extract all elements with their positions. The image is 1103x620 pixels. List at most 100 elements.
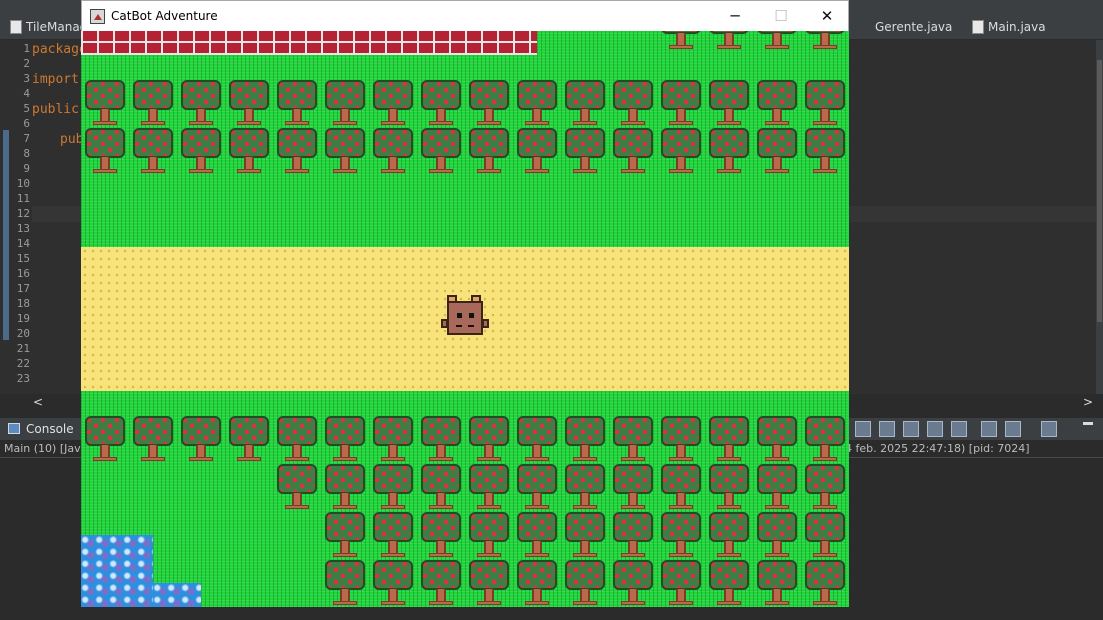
tree-canopy <box>469 464 509 494</box>
tree-canopy <box>757 512 797 542</box>
tree-root <box>765 505 789 509</box>
brick-wall <box>81 31 537 55</box>
tree-canopy <box>469 80 509 110</box>
tree-tile <box>321 559 369 607</box>
tree-root <box>285 169 309 173</box>
scroll-left-arrow-icon[interactable]: < <box>30 394 46 410</box>
tree-canopy <box>517 512 557 542</box>
close-button[interactable]: ✕ <box>804 1 850 31</box>
tree-root <box>333 505 357 509</box>
minimize-panel-icon[interactable] <box>1083 422 1093 425</box>
show-on-error-icon[interactable] <box>927 421 943 437</box>
tree-root <box>717 505 741 509</box>
show-on-output-icon[interactable] <box>903 421 919 437</box>
tree-root <box>429 457 453 461</box>
tree-tile <box>465 79 513 127</box>
tree-tile <box>513 415 561 463</box>
tree-canopy <box>469 560 509 590</box>
player-cat-sprite <box>441 295 489 343</box>
scroll-thumb[interactable] <box>1097 60 1102 322</box>
tree-root <box>93 457 117 461</box>
scroll-right-arrow-icon[interactable]: > <box>1080 394 1096 410</box>
tree-canopy <box>661 416 701 446</box>
tree-tile <box>657 511 705 559</box>
tree-tile <box>369 511 417 559</box>
tree-canopy <box>277 416 317 446</box>
tree-root <box>669 505 693 509</box>
tab-gerente[interactable]: Gerente.java <box>855 16 952 38</box>
line-number: 2 <box>23 57 30 70</box>
cat-arm <box>482 319 489 328</box>
tree-root <box>621 601 645 605</box>
line-number: 22 <box>16 357 30 370</box>
tree-canopy <box>757 416 797 446</box>
tree-root <box>525 169 549 173</box>
tree-root <box>477 505 501 509</box>
console-toolbar <box>855 420 1095 438</box>
tree-root <box>429 601 453 605</box>
tree-canopy <box>517 128 557 158</box>
tree-root <box>621 505 645 509</box>
java-app-icon <box>90 9 105 24</box>
tree-root <box>765 169 789 173</box>
game-canvas[interactable] <box>81 31 849 607</box>
tree-root <box>381 505 405 509</box>
editor-vertical-scrollbar[interactable] <box>1096 40 1103 394</box>
tree-canopy <box>133 416 173 446</box>
line-number: 23 <box>16 372 30 385</box>
cat-eye <box>469 313 474 318</box>
tree-canopy <box>709 416 749 446</box>
tab-console[interactable]: Console <box>8 421 74 437</box>
maximize-button[interactable]: ☐ <box>758 1 804 31</box>
tree-root <box>477 457 501 461</box>
tree-canopy <box>421 464 461 494</box>
tree-canopy <box>277 80 317 110</box>
tree-canopy <box>661 80 701 110</box>
window-title: CatBot Adventure <box>111 9 218 23</box>
tree-tile <box>129 415 177 463</box>
game-window[interactable]: CatBot Adventure ─ ☐ ✕ <box>81 0 849 607</box>
tab-main[interactable]: Main.java <box>968 16 1046 38</box>
line-number: 6 <box>23 117 30 130</box>
tree-root <box>813 121 837 125</box>
tree-tile <box>609 463 657 511</box>
tree-root <box>765 601 789 605</box>
tree-tile <box>417 79 465 127</box>
tree-tile <box>225 127 273 175</box>
tree-tile <box>609 79 657 127</box>
tree-tile <box>321 79 369 127</box>
tree-canopy <box>421 128 461 158</box>
line-number: 18 <box>16 297 30 310</box>
tree-tile <box>369 559 417 607</box>
tree-canopy <box>517 416 557 446</box>
line-number: 16 <box>16 267 30 280</box>
line-number: 1 <box>23 42 30 55</box>
tree-tile <box>657 31 705 51</box>
open-console-icon[interactable] <box>1041 421 1057 437</box>
line-number-gutter: 1 2 3 4 5 6 7 8 9 10 11 12 13 14 15 16 17 18 19 20 21 22 23 <box>0 40 32 394</box>
tree-tile <box>513 559 561 607</box>
tree-tile <box>225 79 273 127</box>
tree-tile <box>177 79 225 127</box>
minimize-button[interactable]: ─ <box>712 1 758 31</box>
display-console-icon[interactable] <box>1005 421 1021 437</box>
tab-tilemanager[interactable]: TileManag <box>6 16 87 38</box>
tree-tile <box>801 511 849 559</box>
tree-tile <box>609 415 657 463</box>
window-titlebar[interactable]: CatBot Adventure ─ ☐ ✕ <box>81 0 849 31</box>
tree-canopy <box>421 80 461 110</box>
tree-tile <box>657 415 705 463</box>
tree-root <box>237 121 261 125</box>
pin-console-icon[interactable] <box>981 421 997 437</box>
word-wrap-icon[interactable] <box>855 421 871 437</box>
tree-root <box>717 553 741 557</box>
tree-root <box>333 601 357 605</box>
tree-root <box>381 169 405 173</box>
tree-canopy <box>229 128 269 158</box>
tree-root <box>525 505 549 509</box>
tree-canopy <box>565 128 605 158</box>
clear-console-icon[interactable] <box>951 421 967 437</box>
tree-tile <box>513 511 561 559</box>
scroll-lock-icon[interactable] <box>879 421 895 437</box>
tree-root <box>573 553 597 557</box>
